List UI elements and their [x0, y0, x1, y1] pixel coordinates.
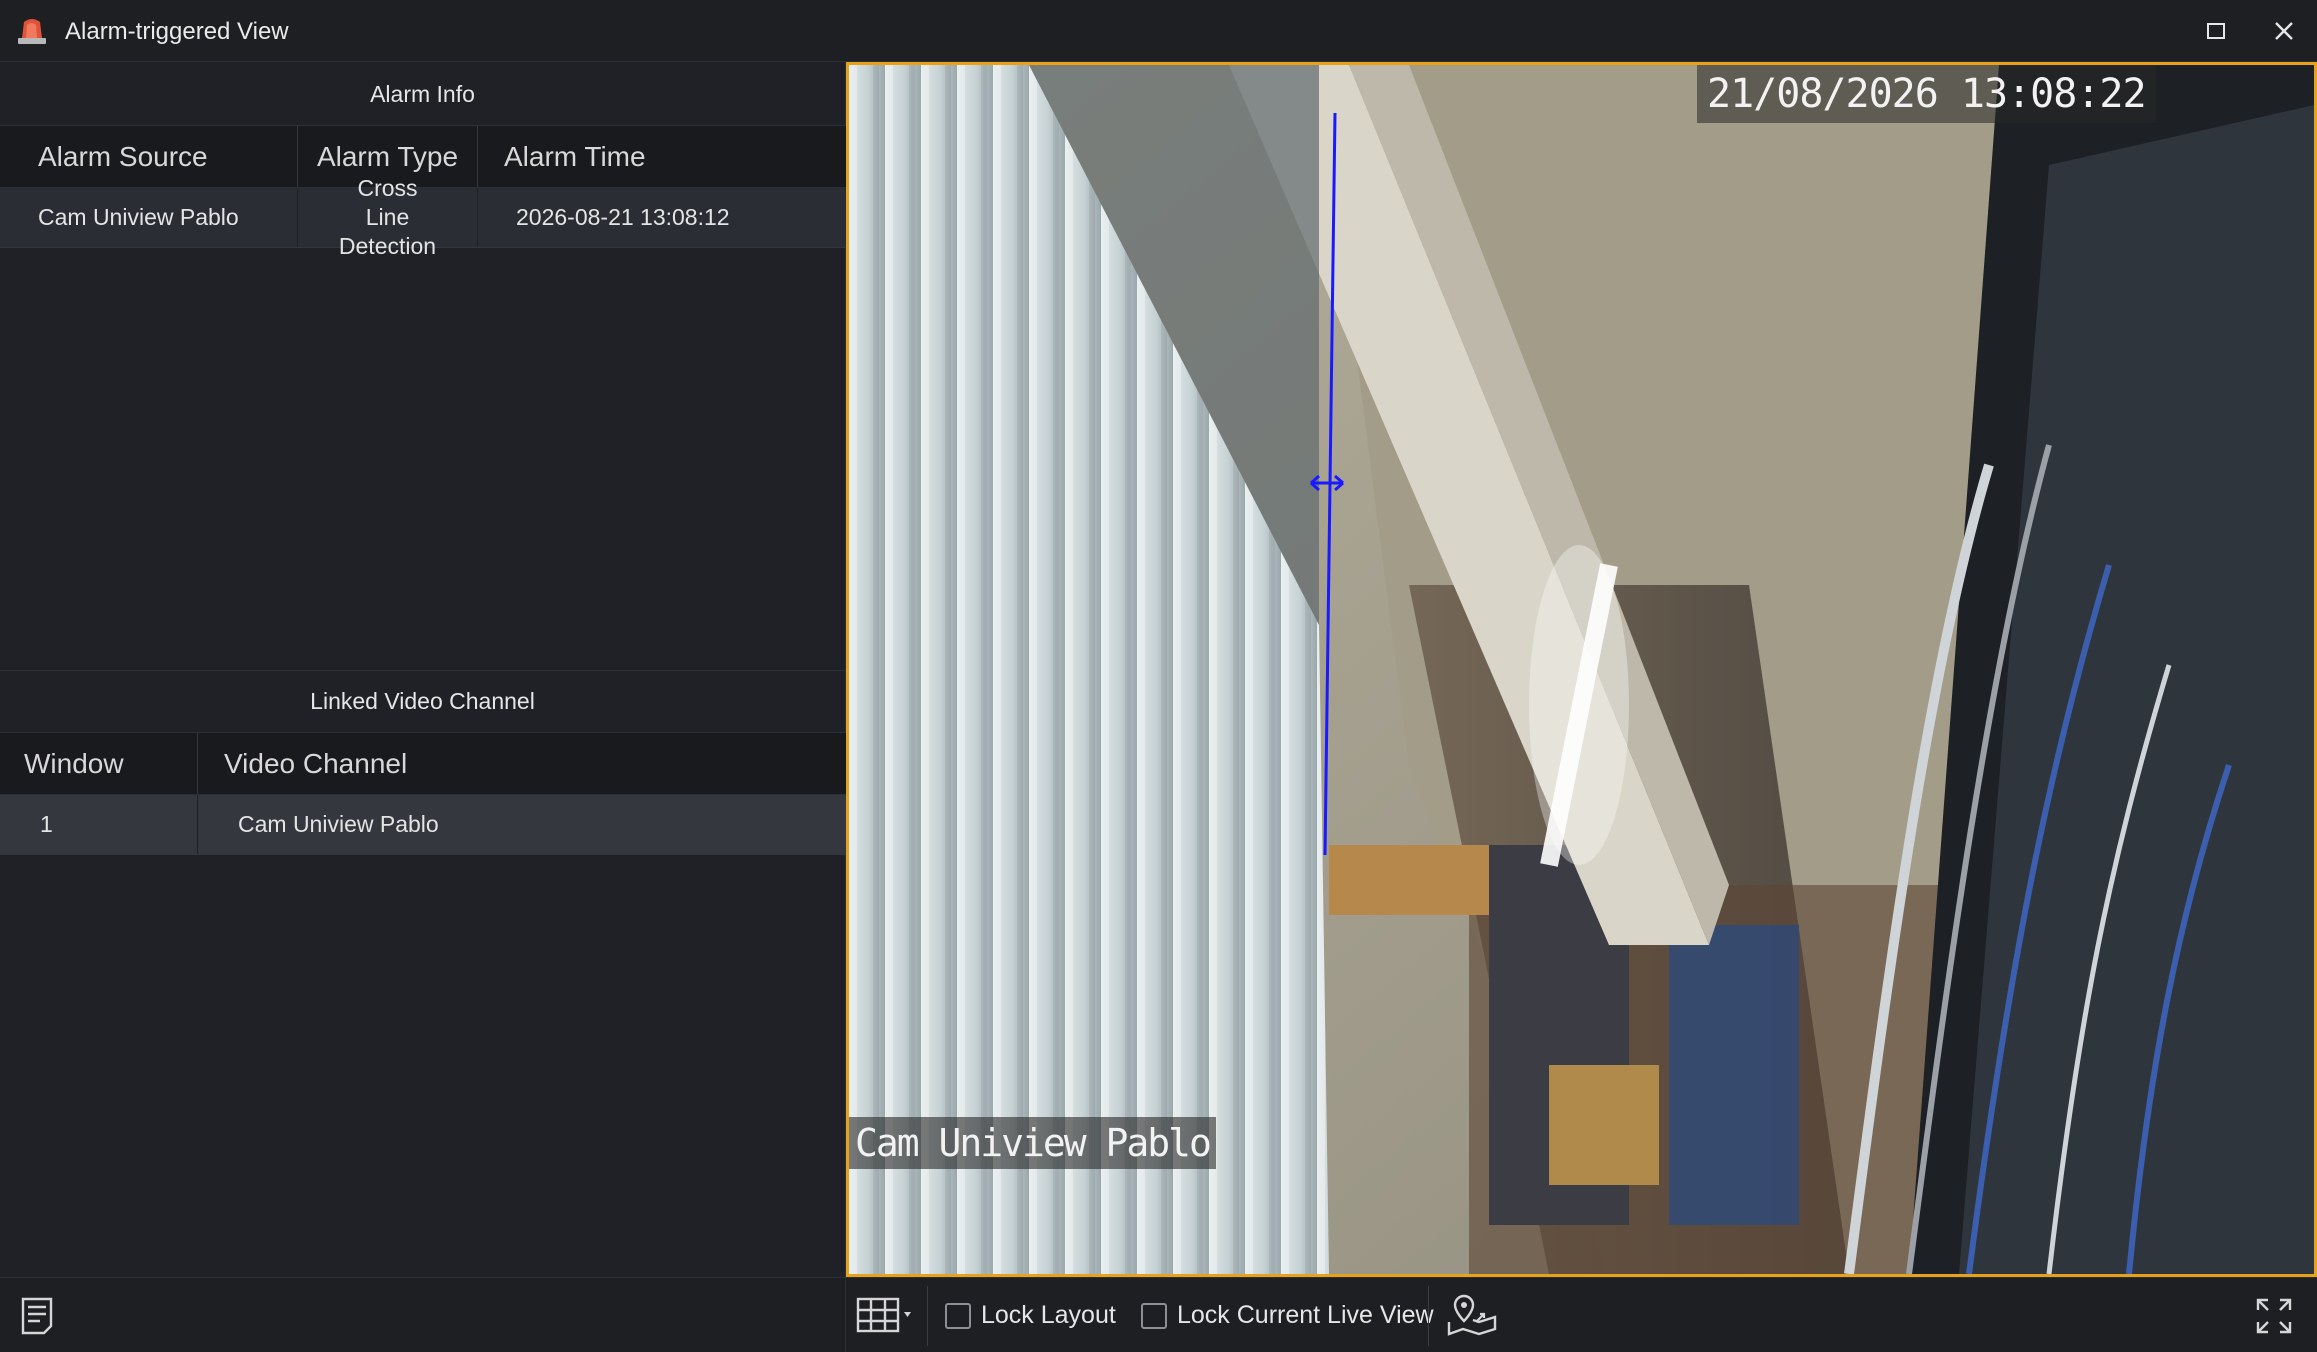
- linked-video-header: Window Video Channel: [0, 733, 846, 795]
- maximize-icon: [2207, 23, 2225, 39]
- live-video-window[interactable]: 21/08/2026 13:08:22 Cam Uniview Pablo: [846, 62, 2317, 1277]
- column-header-window[interactable]: Window: [0, 733, 198, 794]
- chevron-down-icon: [904, 1312, 911, 1317]
- linked-video-table: Window Video Channel 1 Cam Uniview Pablo: [0, 733, 846, 855]
- notes-button[interactable]: [18, 1295, 56, 1337]
- video-channel-cell: Cam Uniview Pablo: [238, 811, 439, 837]
- grid-layout-icon: [856, 1297, 911, 1333]
- table-row[interactable]: 1 Cam Uniview Pablo: [0, 795, 846, 855]
- bottom-toolbar: Lock Layout Lock Current Live View: [0, 1277, 2317, 1352]
- map-button[interactable]: [1444, 1290, 1500, 1340]
- title-bar: Alarm-triggered View: [0, 0, 2317, 62]
- column-header-video-channel[interactable]: Video Channel: [198, 733, 846, 794]
- lock-layout-label: Lock Layout: [981, 1301, 1116, 1329]
- toolbar-divider: [927, 1286, 928, 1346]
- lock-current-live-view-checkbox[interactable]: Lock Current Live View: [1141, 1278, 1434, 1352]
- checkbox-box[interactable]: [945, 1302, 971, 1329]
- camera-feed-image: [849, 65, 2314, 1274]
- osd-camera-name: Cam Uniview Pablo: [849, 1117, 1216, 1169]
- alarm-type-cell: Cross Line Detection: [298, 175, 478, 259]
- close-icon: [2275, 22, 2293, 40]
- linked-video-title: Linked Video Channel: [0, 670, 845, 733]
- osd-timestamp: 21/08/2026 13:08:22: [1697, 65, 2156, 123]
- alarm-source-cell: Cam Uniview Pablo: [0, 188, 298, 247]
- bottom-left-area: [0, 1278, 846, 1352]
- left-panel: Alarm Info Alarm Source Alarm Type Alarm…: [0, 63, 846, 1277]
- alarm-list-empty-area: [0, 248, 846, 670]
- alarm-info-title: Alarm Info: [0, 63, 845, 126]
- table-row[interactable]: Cam Uniview Pablo Cross Line Detection 2…: [0, 175, 846, 259]
- lock-layout-checkbox[interactable]: Lock Layout: [945, 1278, 1116, 1352]
- toolbar-divider: [1428, 1286, 1429, 1346]
- alarm-info-table: Alarm Source Alarm Type Alarm Time Cam U…: [0, 126, 846, 670]
- window-title: Alarm-triggered View: [65, 18, 289, 45]
- fullscreen-icon: [2256, 1298, 2292, 1334]
- column-header-alarm-time[interactable]: Alarm Time: [478, 126, 846, 187]
- window-layout-button[interactable]: [856, 1291, 918, 1339]
- notes-icon: [21, 1297, 53, 1335]
- checkbox-box[interactable]: [1141, 1302, 1167, 1329]
- map-location-icon: [1447, 1294, 1497, 1336]
- close-button[interactable]: [2250, 0, 2317, 62]
- lock-current-live-view-label: Lock Current Live View: [1177, 1301, 1434, 1329]
- fullscreen-button[interactable]: [2252, 1294, 2296, 1338]
- window-cell: 1: [0, 795, 198, 854]
- maximize-button[interactable]: [2182, 0, 2250, 62]
- alarm-siren-icon: [16, 16, 48, 46]
- alarm-time-cell: 2026-08-21 13:08:12: [516, 204, 730, 230]
- column-header-alarm-source[interactable]: Alarm Source: [0, 126, 298, 187]
